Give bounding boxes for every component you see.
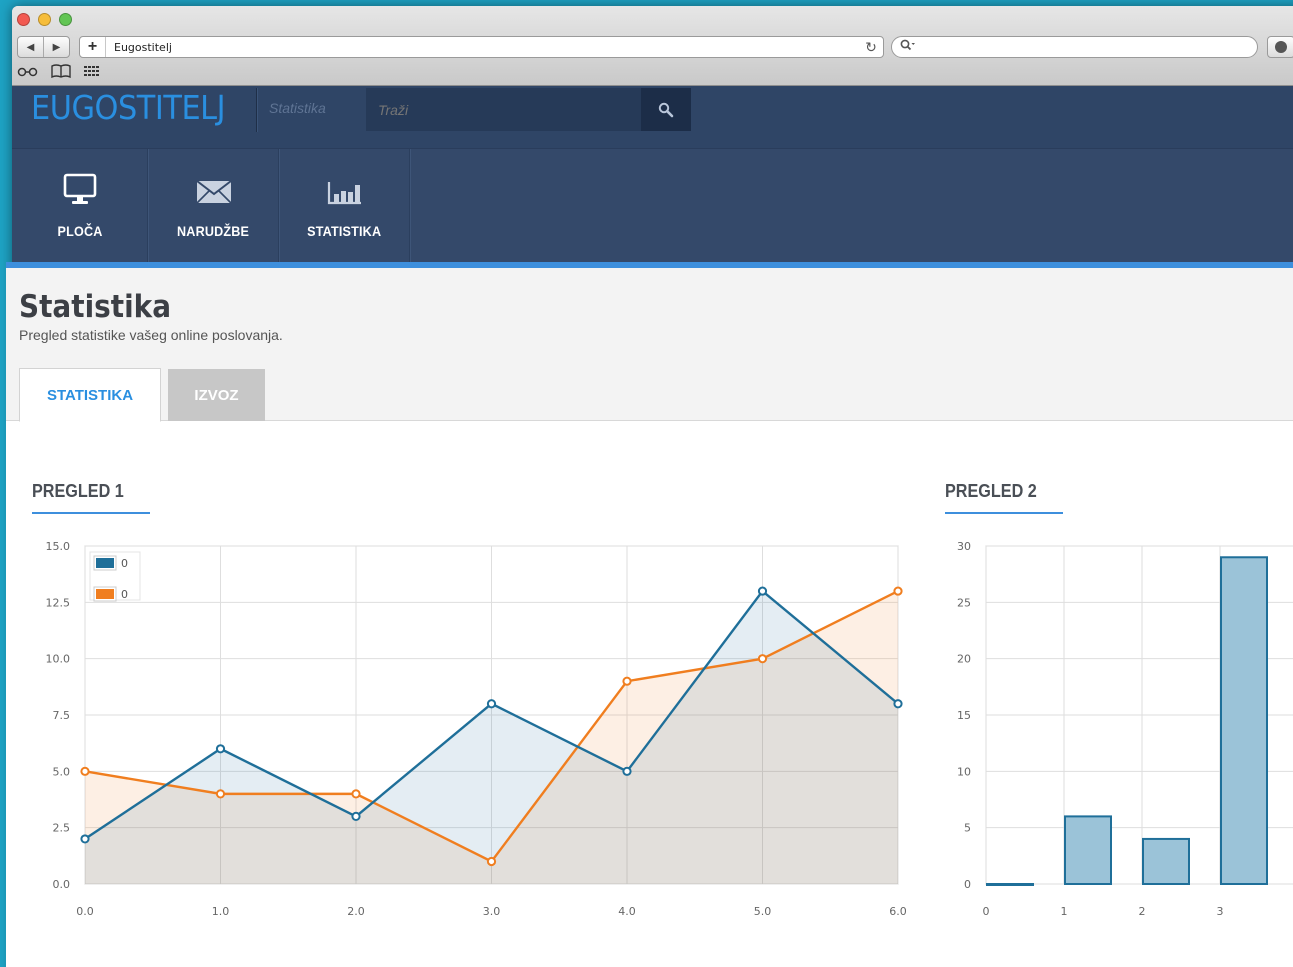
top-sites-grid-icon[interactable] bbox=[83, 65, 101, 80]
search-icon bbox=[900, 39, 916, 54]
back-button[interactable]: ◀ bbox=[18, 37, 44, 57]
browser-toolbar: ◀ ▶ + Eugostitelj ↻ bbox=[12, 6, 1293, 86]
page-subtitle: Pregled statistike vašeg online poslovan… bbox=[19, 327, 283, 343]
address-bar[interactable]: + Eugostitelj ↻ bbox=[79, 36, 884, 58]
nav-label: NARUDŽBE bbox=[177, 223, 250, 239]
nav-item-ploca[interactable]: PLOČA bbox=[12, 149, 148, 269]
app-header: EUGOSTITELJ Statistika bbox=[12, 86, 1293, 148]
history-buttons: ◀ ▶ bbox=[17, 36, 70, 58]
app-search-input[interactable] bbox=[366, 88, 643, 131]
nav-label: PLOČA bbox=[57, 223, 102, 239]
app-search-button[interactable] bbox=[641, 88, 691, 131]
zoom-window-button[interactable] bbox=[59, 13, 72, 26]
tab-statistika[interactable]: STATISTIKA bbox=[19, 368, 161, 422]
panel-1-underline bbox=[32, 512, 150, 514]
monitor-icon bbox=[62, 171, 98, 207]
download-icon bbox=[1275, 41, 1287, 53]
nav-item-narudzbe[interactable]: NARUDŽBE bbox=[149, 149, 279, 269]
downloads-button[interactable] bbox=[1267, 36, 1293, 58]
main-navigation: PLOČA NARUDŽBE STATISTIKA bbox=[12, 148, 1293, 269]
add-bookmark-icon[interactable]: + bbox=[80, 37, 106, 57]
page-title: Statistika bbox=[19, 289, 172, 325]
reading-list-icon[interactable] bbox=[17, 65, 39, 80]
header-divider bbox=[256, 88, 257, 132]
window-controls bbox=[17, 13, 72, 26]
page-header: Statistika Pregled statistike vašeg onli… bbox=[6, 268, 1293, 422]
forward-button[interactable]: ▶ bbox=[44, 37, 69, 57]
close-window-button[interactable] bbox=[17, 13, 30, 26]
panel-2-underline bbox=[945, 512, 1063, 514]
panel-1-title: PREGLED 1 bbox=[32, 481, 124, 501]
minimize-window-button[interactable] bbox=[38, 13, 51, 26]
envelope-icon bbox=[195, 171, 233, 207]
browser-search-field[interactable] bbox=[891, 36, 1258, 58]
panel-2-title: PREGLED 2 bbox=[945, 481, 1037, 501]
bookmarks-bar bbox=[17, 64, 101, 81]
nav-label: STATISTIKA bbox=[307, 223, 382, 239]
magnifier-icon bbox=[658, 102, 674, 117]
current-section-label: Statistika bbox=[269, 100, 326, 116]
tab-izvoz[interactable]: IZVOZ bbox=[168, 369, 265, 421]
bar-chart-icon bbox=[326, 171, 364, 207]
main-content: Statistika Pregled statistike vašeg onli… bbox=[6, 268, 1293, 967]
bookmarks-book-icon[interactable] bbox=[51, 64, 71, 81]
nav-item-statistika[interactable]: STATISTIKA bbox=[280, 149, 410, 269]
reload-icon[interactable]: ↻ bbox=[859, 39, 883, 56]
url-text[interactable]: Eugostitelj bbox=[106, 41, 859, 54]
app-logo[interactable]: EUGOSTITELJ bbox=[31, 88, 226, 127]
